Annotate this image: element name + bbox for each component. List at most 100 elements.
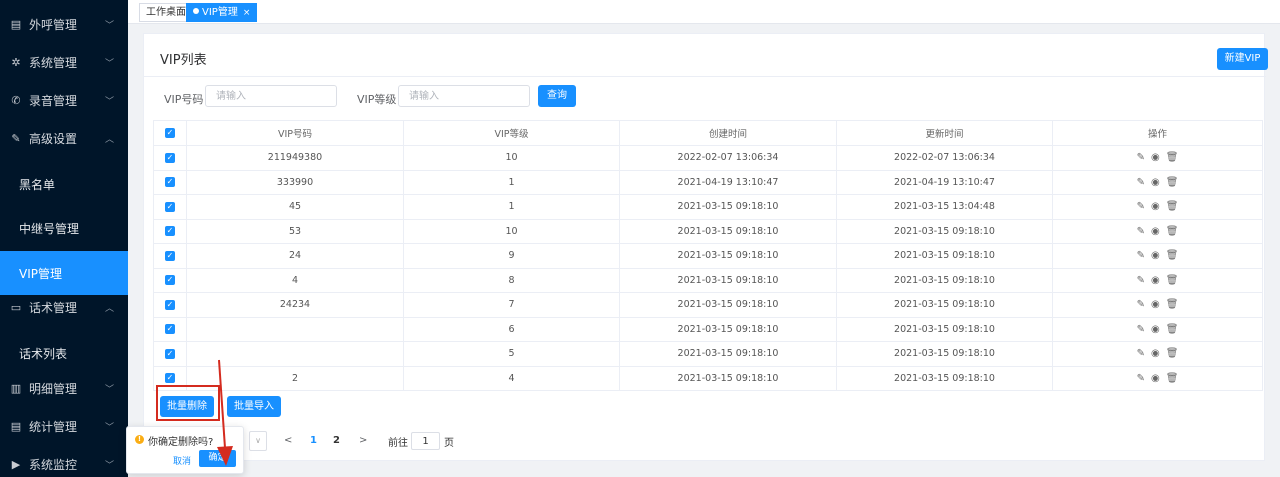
menu-monitor[interactable]: ▶ 系统监控 ﹀: [0, 445, 128, 477]
eye-icon[interactable]: ◉: [1151, 275, 1160, 286]
sidebar-item-trunk[interactable]: 中继号管理: [0, 206, 128, 250]
edit-icon[interactable]: ✎: [1137, 226, 1145, 237]
tab-workbench[interactable]: 工作桌面: [139, 3, 193, 22]
row-checkbox[interactable]: ✓: [153, 267, 187, 293]
row-checkbox[interactable]: ✓: [153, 218, 187, 244]
table-row: ✓ 5 2021-03-15 09:18:10 2021-03-15 09:18:10…: [153, 341, 1263, 367]
row-checkbox[interactable]: ✓: [153, 316, 187, 342]
batch-import-button[interactable]: 批量导入: [227, 396, 281, 417]
delete-popconfirm: ! 你确定删除吗? 取消 确定: [126, 426, 244, 474]
edit-icon[interactable]: ✎: [1137, 348, 1145, 359]
trash-icon[interactable]: 🗑: [1166, 373, 1179, 384]
updated-time-cell: 2022-02-07 13:06:34: [836, 145, 1053, 171]
new-vip-button[interactable]: 新建VIP: [1217, 48, 1268, 70]
updated-time-cell: 2021-03-15 09:18:10: [836, 218, 1053, 244]
check-icon: ✓: [165, 201, 175, 212]
select-all-checkbox[interactable]: ✓: [153, 120, 187, 146]
eye-icon[interactable]: ◉: [1151, 152, 1160, 163]
operations-cell: ✎ ◉ 🗑: [1052, 292, 1263, 318]
row-checkbox[interactable]: ✓: [153, 145, 187, 171]
tab-bar: 工作桌面 VIP管理 ×: [128, 0, 1280, 24]
eye-icon[interactable]: ◉: [1151, 177, 1160, 188]
edit-icon: ✎: [11, 131, 21, 145]
page-2-button[interactable]: 2: [333, 435, 340, 446]
operations-cell: ✎ ◉ 🗑: [1052, 341, 1263, 367]
table-row: ✓ 211949380 10 2022-02-07 13:06:34 2022-02-0…: [153, 145, 1263, 171]
vip-number: 53: [288, 225, 302, 237]
chevron-down-icon[interactable]: ∨: [249, 431, 267, 451]
edit-icon[interactable]: ✎: [1137, 373, 1145, 384]
vip-no-input[interactable]: [205, 85, 337, 107]
check-icon: ✓: [165, 226, 175, 237]
eye-icon[interactable]: ◉: [1151, 324, 1160, 335]
page-1-button[interactable]: 1: [310, 435, 317, 446]
menu-script[interactable]: ▭ 话术管理 ︿: [0, 288, 128, 326]
menu-outbound[interactable]: ▤ 外呼管理 ﹀: [0, 5, 128, 43]
updated-time-cell: 2021-03-15 09:18:10: [836, 341, 1053, 367]
menu-system[interactable]: ✲ 系统管理 ﹀: [0, 43, 128, 81]
trash-icon[interactable]: 🗑: [1166, 299, 1179, 310]
vip-number-cell: [186, 341, 404, 367]
confirm-button[interactable]: 确定: [199, 450, 236, 467]
tab-label: 工作桌面: [146, 7, 186, 18]
tab-vip[interactable]: VIP管理 ×: [186, 3, 258, 22]
phone-icon: ✆: [11, 93, 21, 107]
edit-icon[interactable]: ✎: [1137, 152, 1145, 163]
query-button[interactable]: 查询: [538, 85, 576, 107]
sidebar-item-blacklist[interactable]: 黑名单: [0, 162, 128, 206]
edit-icon[interactable]: ✎: [1137, 299, 1145, 310]
eye-icon[interactable]: ◉: [1151, 226, 1160, 237]
sidebar-item-label: VIP管理: [19, 266, 62, 281]
trash-icon[interactable]: 🗑: [1166, 348, 1179, 359]
menu-recording[interactable]: ✆ 录音管理 ﹀: [0, 81, 128, 119]
chevron-up-icon: ︿: [104, 303, 114, 314]
edit-icon[interactable]: ✎: [1137, 275, 1145, 286]
chevron-down-icon: ﹀: [104, 422, 114, 433]
menu-detail[interactable]: ▥ 明细管理 ﹀: [0, 369, 128, 407]
page-suffix: 页: [444, 438, 454, 449]
cancel-button[interactable]: 取消: [173, 454, 191, 467]
edit-icon[interactable]: ✎: [1137, 201, 1145, 212]
edit-icon[interactable]: ✎: [1137, 324, 1145, 335]
next-page-button[interactable]: >: [359, 435, 367, 446]
vip-level-input[interactable]: [398, 85, 530, 107]
edit-icon[interactable]: ✎: [1137, 250, 1145, 261]
eye-icon[interactable]: ◉: [1151, 201, 1160, 212]
table-row: ✓ 24 9 2021-03-15 09:18:10 2021-03-15 09:18:…: [153, 243, 1263, 269]
eye-icon[interactable]: ◉: [1151, 373, 1160, 384]
vip-number-cell: 4: [186, 267, 404, 293]
operations-cell: ✎ ◉ 🗑: [1052, 267, 1263, 293]
eye-icon[interactable]: ◉: [1151, 348, 1160, 359]
created-time-cell: 2021-03-15 09:18:10: [619, 243, 837, 269]
menu-statistics[interactable]: ▤ 统计管理 ﹀: [0, 407, 128, 445]
row-checkbox[interactable]: ✓: [153, 292, 187, 318]
row-checkbox[interactable]: ✓: [153, 243, 187, 269]
vip-number-cell: 45: [186, 194, 404, 220]
vip-level-cell: 5: [403, 341, 620, 367]
row-checkbox[interactable]: ✓: [153, 341, 187, 367]
trash-icon[interactable]: 🗑: [1166, 226, 1179, 237]
eye-icon[interactable]: ◉: [1151, 250, 1160, 261]
vip-number: 211949380: [267, 152, 323, 164]
goto-page-input[interactable]: [411, 432, 440, 450]
gear-icon: ✲: [11, 55, 21, 69]
trash-icon[interactable]: 🗑: [1166, 177, 1179, 188]
eye-icon[interactable]: ◉: [1151, 299, 1160, 310]
chevron-down-icon: ﹀: [104, 384, 114, 395]
close-icon[interactable]: ×: [243, 8, 251, 18]
edit-icon[interactable]: ✎: [1137, 177, 1145, 188]
operations-cell: ✎ ◉ 🗑: [1052, 365, 1263, 391]
row-checkbox[interactable]: ✓: [153, 169, 187, 195]
prev-page-button[interactable]: <: [284, 435, 292, 446]
trash-icon[interactable]: 🗑: [1166, 152, 1179, 163]
trash-icon[interactable]: 🗑: [1166, 201, 1179, 212]
table-row: ✓ 45 1 2021-03-15 09:18:10 2021-03-15 13:04:…: [153, 194, 1263, 220]
created-time-cell: 2021-03-15 09:18:10: [619, 292, 837, 318]
menu-advanced[interactable]: ✎ 高级设置 ︿: [0, 119, 128, 157]
trash-icon[interactable]: 🗑: [1166, 275, 1179, 286]
row-checkbox[interactable]: ✓: [153, 194, 187, 220]
annotation-highlight-box: [156, 385, 220, 421]
trash-icon[interactable]: 🗑: [1166, 324, 1179, 335]
trash-icon[interactable]: 🗑: [1166, 250, 1179, 261]
vip-level-cell: 7: [403, 292, 620, 318]
